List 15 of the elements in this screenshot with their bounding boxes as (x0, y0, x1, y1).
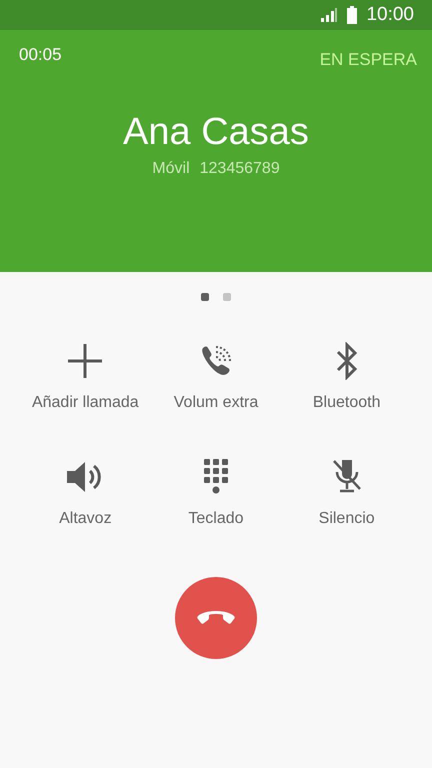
contact-name: Ana Casas (123, 110, 309, 154)
call-timer: 00:05 (19, 44, 62, 66)
call-action-button[interactable]: Teclado (150, 457, 282, 531)
call-action-button[interactable]: Añadir llamada (20, 341, 151, 415)
call-action-button[interactable]: Bluetooth (281, 341, 412, 415)
call-action-button[interactable]: Altavoz (20, 457, 151, 531)
phone-number: 123456789 (200, 158, 280, 178)
call-action-button[interactable]: Volum extra (150, 341, 282, 415)
clock: 10:00 (366, 2, 414, 27)
signal-icon (320, 7, 338, 23)
battery-icon (346, 6, 358, 24)
number-type: Móvil (152, 158, 190, 178)
keypad-icon (202, 458, 230, 496)
call-action-button[interactable]: Silencio (281, 457, 412, 531)
plus-icon (67, 343, 104, 379)
